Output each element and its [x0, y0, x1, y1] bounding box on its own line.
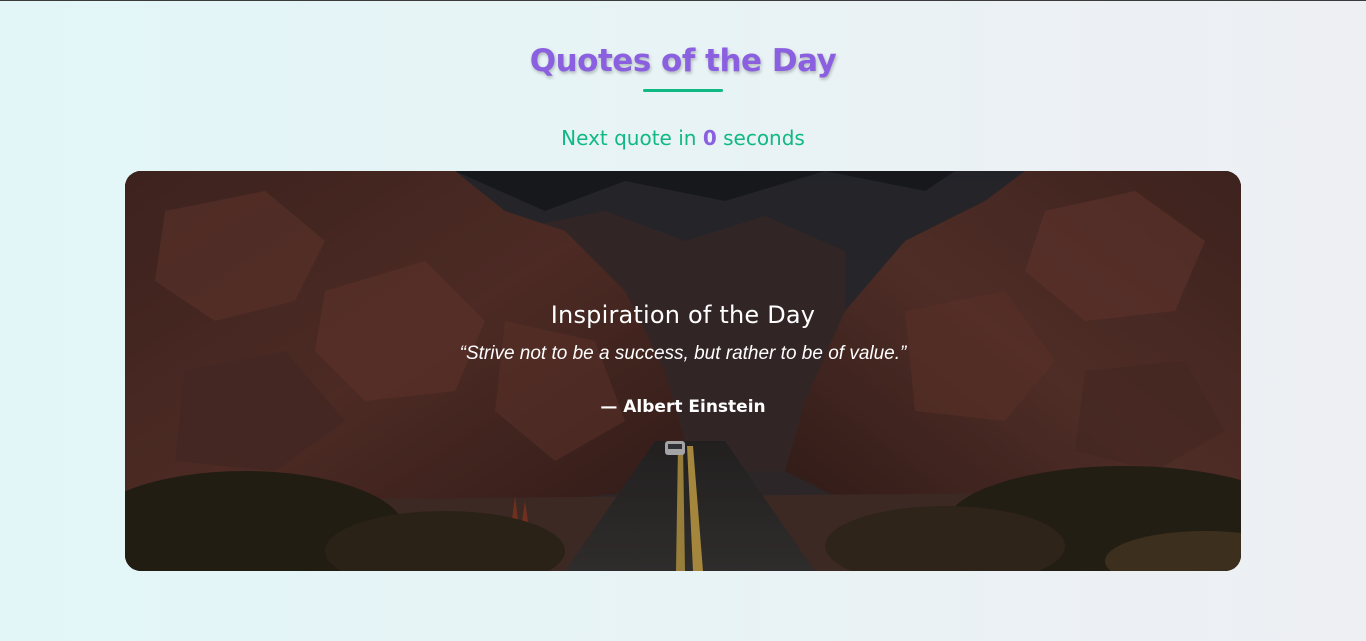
title-underline: [643, 89, 723, 92]
quote-card-content: Inspiration of the Day “Strive not to be…: [125, 301, 1241, 417]
quote-card: Inspiration of the Day “Strive not to be…: [125, 171, 1241, 571]
card-heading: Inspiration of the Day: [550, 301, 816, 329]
countdown-value: 0: [702, 126, 717, 150]
countdown-prefix: Next quote in: [561, 126, 697, 150]
countdown-text: Next quote in 0 seconds: [0, 126, 1366, 150]
countdown-suffix: seconds: [723, 126, 805, 150]
quote-text: “Strive not to be a success, but rather …: [459, 343, 907, 364]
quote-author: — Albert Einstein: [600, 397, 766, 417]
page-title: Quotes of the Day: [529, 43, 837, 79]
